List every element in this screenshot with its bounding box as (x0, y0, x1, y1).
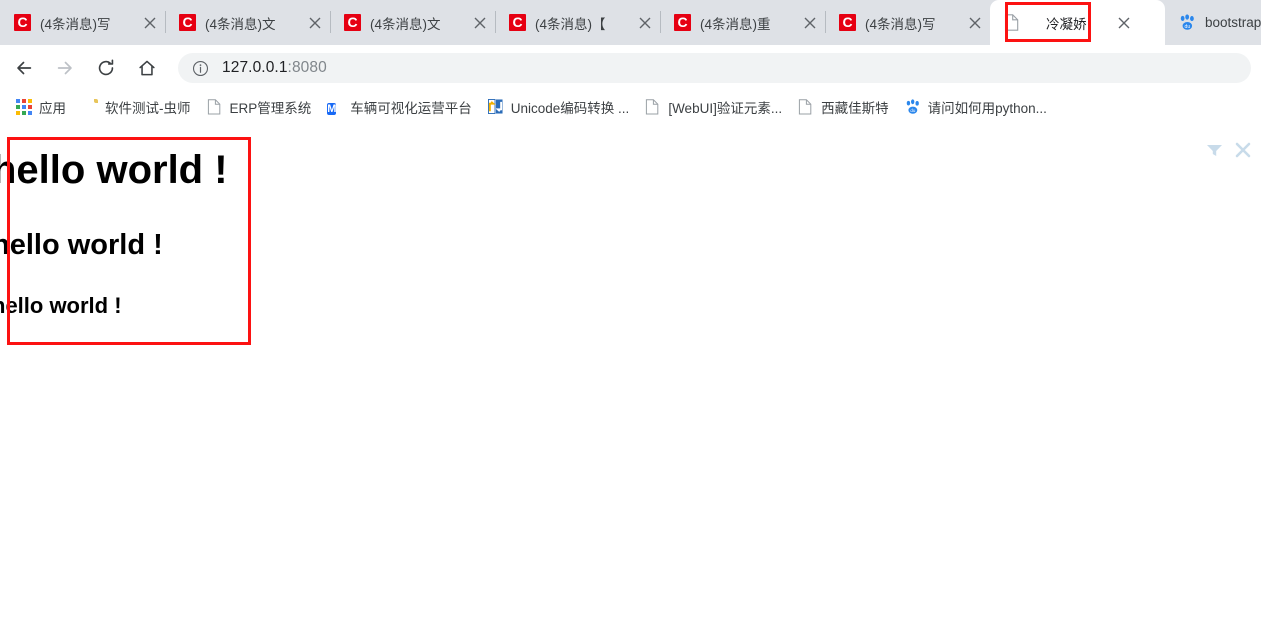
close-icon[interactable] (1235, 142, 1251, 158)
close-icon (309, 17, 321, 28)
page-icon (645, 99, 661, 115)
browser-tab-4[interactable]: C (4条消息)【 (495, 0, 660, 45)
bookmark-label: [WebUI]验证元素... (668, 101, 783, 116)
url-text: 127.0.0.1:8080 (222, 59, 327, 77)
reload-button[interactable] (90, 52, 122, 84)
bookmark-label: Unicode编码转换 ... (510, 101, 630, 116)
tab-title: bootstrap_ (1205, 15, 1261, 30)
forward-button[interactable] (49, 52, 81, 84)
close-icon (804, 17, 816, 28)
back-button[interactable] (8, 52, 40, 84)
reload-icon (98, 59, 114, 76)
back-arrow-icon (17, 61, 32, 75)
csdn-icon: C (14, 14, 31, 31)
heading-large: hello world ! (0, 148, 228, 192)
csdn-icon: C (179, 14, 196, 31)
bookmark-folder[interactable]: 软件测试-虫师 (74, 95, 199, 119)
apps-grid-icon (16, 99, 32, 115)
page-viewport: hello world ! hello world ! hello world … (0, 124, 1261, 644)
close-icon (144, 17, 156, 28)
url-port: :8080 (287, 59, 327, 76)
unicode-arrows-icon (487, 99, 504, 115)
bookmark-label: 软件测试-虫师 (105, 101, 191, 116)
tab-close-button[interactable] (469, 12, 491, 34)
bookmark-apps[interactable]: 应用 (8, 95, 74, 119)
tab-title: (4条消息)重 (700, 16, 771, 32)
heading-small: hello world ! (0, 293, 122, 318)
bookmark-label: ERP管理系统 (229, 101, 312, 116)
tab-separator (495, 11, 496, 33)
tab-separator (660, 11, 661, 33)
baidu-icon: du (1179, 14, 1196, 31)
home-icon (139, 60, 155, 76)
heading-medium: hello world ! (0, 229, 163, 261)
tab-title: (4条消息)文 (370, 16, 441, 32)
bookmark-label: 西藏佳斯特 (821, 101, 889, 116)
browser-tab-2[interactable]: C (4条消息)文 (165, 0, 330, 45)
address-bar[interactable]: 127.0.0.1:8080 (178, 53, 1251, 83)
tab-separator (825, 11, 826, 33)
bookmark-label: 应用 (39, 101, 66, 116)
bookmark-unicode[interactable]: Unicode编码转换 ... (480, 95, 638, 119)
browser-tab-7-active[interactable]: 冷凝娇 (990, 0, 1165, 45)
tab-close-button[interactable] (139, 12, 161, 34)
csdn-icon: C (509, 14, 526, 31)
bookmark-xizang[interactable]: 西藏佳斯特 (790, 95, 897, 119)
close-icon (969, 17, 981, 28)
page-icon (1004, 14, 1021, 31)
tab-close-button[interactable] (304, 12, 326, 34)
bookmark-erp[interactable]: ERP管理系统 (199, 95, 320, 119)
browser-tab-5[interactable]: C (4条消息)重 (660, 0, 825, 45)
home-button[interactable] (131, 52, 163, 84)
browser-toolbar: 127.0.0.1:8080 (0, 45, 1261, 91)
bookmarks-bar: 应用 软件测试-虫师 ERP管理系统 M 车辆可视化运营平台 Unicode编码… (0, 91, 1261, 124)
browser-tab-8[interactable]: du bootstrap_ (1165, 0, 1261, 45)
close-icon (639, 17, 651, 28)
csdn-icon: C (344, 14, 361, 31)
bookmark-python-question[interactable]: du 请问如何用python... (897, 95, 1055, 119)
tab-separator (330, 11, 331, 33)
folder-icon (82, 99, 98, 115)
tab-separator (165, 11, 166, 33)
page-icon (798, 99, 814, 115)
url-host: 127.0.0.1 (222, 59, 288, 76)
browser-window: C (4条消息)写 C (4条消息)文 C (4条消息)文 C (4条消息)【 … (0, 0, 1261, 644)
tab-close-button[interactable] (1113, 12, 1135, 34)
m-square-icon: M (327, 103, 337, 115)
tab-close-button[interactable] (634, 12, 656, 34)
close-icon (474, 17, 486, 28)
tab-close-button[interactable] (964, 12, 986, 34)
tab-title: (4条消息)写 (40, 16, 111, 32)
bookmark-label: 请问如何用python... (927, 101, 1047, 116)
tab-strip: C (4条消息)写 C (4条消息)文 C (4条消息)文 C (4条消息)【 … (0, 0, 1261, 45)
svg-text:du: du (1184, 24, 1190, 30)
page-overlay-widgets (1206, 142, 1251, 158)
svg-text:du: du (910, 108, 915, 113)
tab-title: (4条消息)文 (205, 16, 276, 32)
tab-close-button[interactable] (799, 12, 821, 34)
tab-title: 冷凝娇 (1046, 16, 1087, 32)
bookmark-vehicle-platform[interactable]: M 车辆可视化运营平台 (319, 95, 480, 119)
csdn-icon: C (674, 14, 691, 31)
bookmark-webui[interactable]: [WebUI]验证元素... (637, 95, 790, 119)
site-info-icon[interactable] (192, 60, 210, 77)
bookmark-label: 车辆可视化运营平台 (350, 101, 472, 116)
tab-title: (4条消息)【 (535, 16, 606, 32)
csdn-icon: C (839, 14, 856, 31)
browser-tab-1[interactable]: C (4条消息)写 (0, 0, 165, 45)
baidu-paw-icon: du (905, 99, 921, 115)
forward-arrow-icon (57, 61, 72, 75)
filter-icon[interactable] (1206, 143, 1223, 158)
close-icon (1118, 17, 1129, 28)
tab-title: (4条消息)写 (865, 16, 936, 32)
browser-tab-6[interactable]: C (4条消息)写 (825, 0, 990, 45)
browser-tab-3[interactable]: C (4条消息)文 (330, 0, 495, 45)
page-icon (207, 99, 223, 115)
